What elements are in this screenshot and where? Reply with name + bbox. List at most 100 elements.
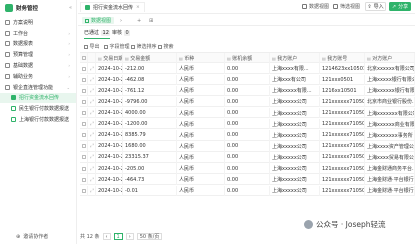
table-row[interactable]: ⤢2024-10-22-0.01人民币0.00上海xxxxx公司121xxxxx… <box>80 185 415 197</box>
table-cell[interactable]: 121xxxxxx710501 <box>320 185 365 197</box>
table-cell[interactable]: 北京xxxxxx有限公司 <box>365 63 415 74</box>
table-cell[interactable]: 上海xxx有公司 <box>270 74 320 86</box>
table-cell[interactable]: 上海xxxxx公司 <box>270 118 320 130</box>
row-expand-icon[interactable]: ⤢ <box>88 96 96 108</box>
share-button[interactable]: ↗ 分享 <box>389 2 411 11</box>
table-cell[interactable]: 北京市商业银行股份... <box>365 96 415 108</box>
table-cell[interactable]: 121xxxxxx710501 <box>320 163 365 174</box>
table-cell[interactable]: 上海xxxxx银行有限公司 <box>365 74 415 86</box>
sidebar-item[interactable]: 方案说明 <box>0 17 76 28</box>
table-cell[interactable]: 0.00 <box>225 74 270 86</box>
chevron-right-icon[interactable]: › <box>120 18 122 24</box>
import-button[interactable]: ⇪ 导入 <box>365 2 386 11</box>
row-checkbox[interactable] <box>82 111 86 116</box>
row-checkbox[interactable] <box>82 188 86 193</box>
table-cell[interactable]: 121xxxxxx710501 <box>320 96 365 108</box>
table-cell[interactable]: 23315.37 <box>123 152 177 163</box>
table-cell[interactable]: 0.00 <box>225 96 270 108</box>
row-checkbox[interactable] <box>82 99 86 104</box>
table-cell[interactable]: 0.00 <box>225 174 270 185</box>
row-expand-icon[interactable]: ⤢ <box>88 163 96 174</box>
table-cell[interactable]: 人民币 <box>177 118 225 130</box>
table-cell[interactable]: 2024-10-26 <box>96 96 123 108</box>
table-cell[interactable]: 2024-10-28 <box>96 74 123 86</box>
expand-arrow-icon[interactable]: › <box>68 41 70 46</box>
table-row[interactable]: ⤢2024-10-23-205.00人民币0.00上海xxxxx公司121xxx… <box>80 163 415 174</box>
row-expand-icon[interactable]: ⤢ <box>88 174 96 185</box>
row-expand-icon[interactable]: ⤢ <box>88 185 96 197</box>
table-cell[interactable]: 上海金财通商务平台... <box>365 163 415 174</box>
table-row[interactable]: ⤢2024-10-241680.00人民币0.00上海xxxxx公司121xxx… <box>80 141 415 152</box>
table-cell[interactable]: 0.00 <box>225 130 270 141</box>
row-checkbox[interactable] <box>82 88 86 93</box>
expand-arrow-icon[interactable]: › <box>68 74 70 79</box>
column-header[interactable]: ▤ 对方账户 <box>365 53 415 64</box>
row-expand-icon[interactable]: ⤢ <box>88 85 96 97</box>
table-cell[interactable]: -462.08 <box>123 74 177 86</box>
table-cell[interactable]: 上海xxxx资产管理公司 <box>365 141 415 152</box>
expand-arrow-icon[interactable]: ⌄ <box>67 85 70 90</box>
table-cell[interactable]: 上海xxxxxxx有限公司 <box>365 107 415 119</box>
column-header[interactable]: ▤ 交易金额 <box>123 53 177 64</box>
table-cell[interactable]: 121xxx0501 <box>320 74 365 86</box>
expand-arrow-icon[interactable]: › <box>68 52 70 57</box>
table-cell[interactable]: 121xxxxxx710501 <box>320 130 365 141</box>
table-row[interactable]: ⤢2024-10-248385.79人民币0.00上海xxxxx公司121xxx… <box>80 130 415 141</box>
table-cell[interactable]: 人民币 <box>177 141 225 152</box>
table-cell[interactable]: 人民币 <box>177 96 225 108</box>
table-cell[interactable]: 人民币 <box>177 85 225 97</box>
table-cell[interactable]: 0.00 <box>225 107 270 119</box>
row-checkbox[interactable] <box>82 155 86 160</box>
table-cell[interactable]: 0.00 <box>225 152 270 163</box>
row-checkbox[interactable] <box>82 144 86 149</box>
table-cell[interactable]: 4000.00 <box>123 107 177 119</box>
row-expand-icon[interactable]: ⤢ <box>88 118 96 130</box>
row-checkbox[interactable] <box>82 166 86 171</box>
column-header[interactable]: ▤ 交易日期 <box>96 53 123 64</box>
table-cell[interactable]: 人民币 <box>177 130 225 141</box>
table-cell[interactable]: -761.12 <box>123 85 177 97</box>
table-cell[interactable]: 上海xxxxx公司 <box>270 163 320 174</box>
sidebar-item[interactable]: 上海银行付款数据报送 <box>0 114 76 125</box>
table-cell[interactable]: 1216xx10501 <box>320 85 365 97</box>
sidebar-item[interactable]: 工作台 › <box>0 28 76 39</box>
row-checkbox[interactable] <box>82 177 86 182</box>
page-size-select[interactable]: 50 条/页 <box>136 233 163 240</box>
table-cell[interactable]: 0.00 <box>225 63 270 74</box>
sidebar-item[interactable]: 预算管理 › <box>0 49 76 60</box>
row-expand-icon[interactable]: ⤢ <box>88 152 96 163</box>
table-cell[interactable]: 2024-10-24 <box>96 141 123 152</box>
table-cell[interactable]: 人民币 <box>177 185 225 197</box>
table-cell[interactable]: 上海xxxx有限... <box>270 63 320 74</box>
table-row[interactable]: ⤢2024-10-28-462.08人民币0.00上海xxx有公司121xxx0… <box>80 74 415 86</box>
table-row[interactable]: ⤢2024-10-26-9796.00人民币0.00上海xxxxx公司121xx… <box>80 96 415 108</box>
table-row[interactable]: ⤢2024-10-2423315.37人民币0.00上海xxxxx公司121xx… <box>80 152 415 163</box>
table-cell[interactable]: 上海xxxxx公司 <box>270 107 320 119</box>
table-cell[interactable]: 上海xxxxx公司 <box>270 96 320 108</box>
table-cell[interactable]: -0.01 <box>123 185 177 197</box>
table-cell[interactable]: 1680.00 <box>123 141 177 152</box>
sidebar-item[interactable]: 银企直连管理功能 ⌄ <box>0 82 76 93</box>
table-cell[interactable]: 上海xxxxx公司 <box>270 130 320 141</box>
row-checkbox[interactable] <box>82 133 86 138</box>
invite-collaborators-button[interactable]: ⊕ 邀请协作者 <box>16 233 48 241</box>
table-cell[interactable]: 0.00 <box>225 85 270 97</box>
table-cell[interactable]: 2024-10-22 <box>96 185 123 197</box>
tab-current-form[interactable]: 招行资金流水回传 × <box>80 2 145 12</box>
table-cell[interactable]: 人民币 <box>177 174 225 185</box>
table-row[interactable]: ⤢2024-10-22-464.73人民币0.00上海xxxxx公司121xxx… <box>80 174 415 185</box>
current-page[interactable]: 1 <box>113 233 123 240</box>
table-cell[interactable]: 2024-10-24 <box>96 130 123 141</box>
table-cell[interactable]: 8385.79 <box>123 130 177 141</box>
filter-sort-button[interactable]: 筛选排序 <box>131 43 157 50</box>
table-row[interactable]: ⤢2024-10-27-761.12人民币0.00上海xxxxx有限...121… <box>80 85 415 97</box>
row-expand-icon[interactable]: ⤢ <box>88 130 96 141</box>
table-cell[interactable]: 0.00 <box>225 163 270 174</box>
table-cell[interactable]: 上海xxxxx有限... <box>270 85 320 97</box>
table-cell[interactable]: 121xxxxxx710501 <box>320 118 365 130</box>
table-cell[interactable]: 1214623xx10501 <box>320 63 365 74</box>
table-cell[interactable]: -205.00 <box>123 163 177 174</box>
table-cell[interactable]: 2024-10-22 <box>96 174 123 185</box>
export-button[interactable]: 导出 <box>84 43 100 50</box>
table-cell[interactable]: 人民币 <box>177 74 225 86</box>
